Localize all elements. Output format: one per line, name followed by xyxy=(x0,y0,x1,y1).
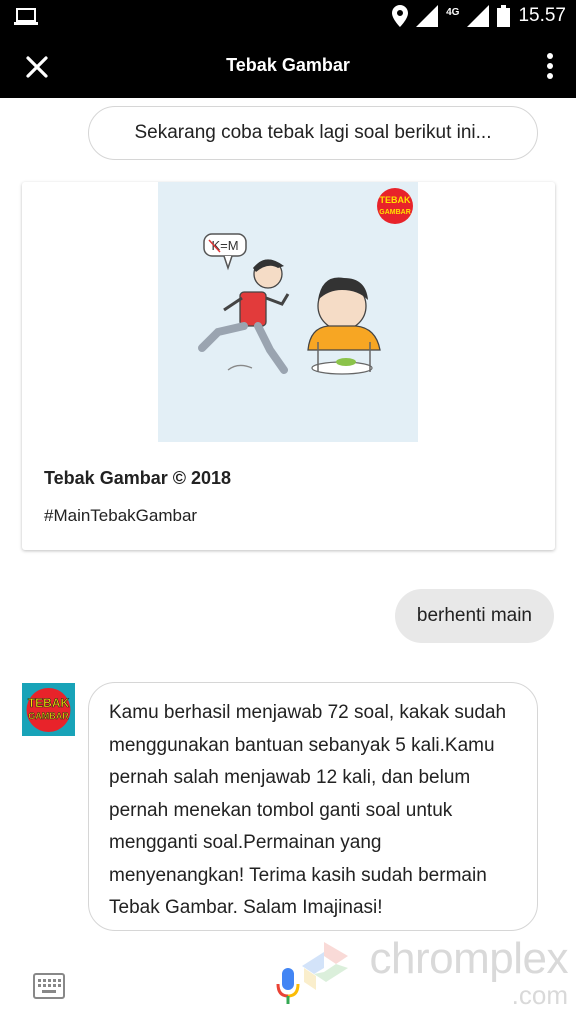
status-bar: 4G 15.57 xyxy=(0,0,576,34)
watermark: chromplex .com xyxy=(369,934,569,1010)
card-logo-line1: TEBAK xyxy=(380,195,411,205)
watermark-logo xyxy=(302,942,348,990)
bubble-text: K=M xyxy=(211,238,238,253)
more-vert-icon[interactable] xyxy=(546,52,554,80)
network-label: 4G xyxy=(446,7,460,18)
bot-avatar: TEBAK GAMBAR xyxy=(22,683,75,736)
laptop-icon xyxy=(14,8,38,25)
avatar-logo-line2: GAMBAR xyxy=(28,711,69,721)
bot-message-text: Kamu berhasil menjawab 72 soal, kakak su… xyxy=(109,702,507,918)
suggestion-chip-label: Sekarang coba tebak lagi soal berikut in… xyxy=(134,122,492,143)
quiz-illustration: TEBAK GAMBAR K=M xyxy=(198,188,413,375)
suggestion-chip[interactable]: Sekarang coba tebak lagi soal berikut in… xyxy=(88,106,538,160)
bot-message-bubble: Kamu berhasil menjawab 72 soal, kakak su… xyxy=(88,682,538,931)
card-title: Tebak Gambar © 2018 xyxy=(44,468,232,488)
app-title: Tebak Gambar xyxy=(226,55,350,75)
clock: 15.57 xyxy=(518,5,566,26)
watermark-line1: chromplex xyxy=(369,934,569,983)
location-icon xyxy=(392,5,409,27)
quiz-image: TEBAK GAMBAR K=M xyxy=(158,182,418,442)
signal-icon xyxy=(416,5,439,27)
app-bar: Tebak Gambar xyxy=(0,34,576,98)
user-message-bubble: berhenti main xyxy=(394,589,554,643)
signal-icon-2 xyxy=(467,5,490,27)
card-subtitle: #MainTebakGambar xyxy=(44,506,198,525)
tebak-gambar-logo: TEBAK GAMBAR xyxy=(26,688,71,732)
battery-icon xyxy=(497,5,511,27)
watermark-line2: .com xyxy=(511,980,568,1010)
quiz-card[interactable]: TEBAK GAMBAR K=M Tebak Gambar © 2018 #Ma… xyxy=(22,182,555,550)
card-logo-line2: GAMBAR xyxy=(379,209,411,216)
avatar-logo-line1: TEBAK xyxy=(28,696,70,710)
user-message-text: berhenti main xyxy=(416,605,532,626)
keyboard-icon[interactable] xyxy=(33,973,65,999)
